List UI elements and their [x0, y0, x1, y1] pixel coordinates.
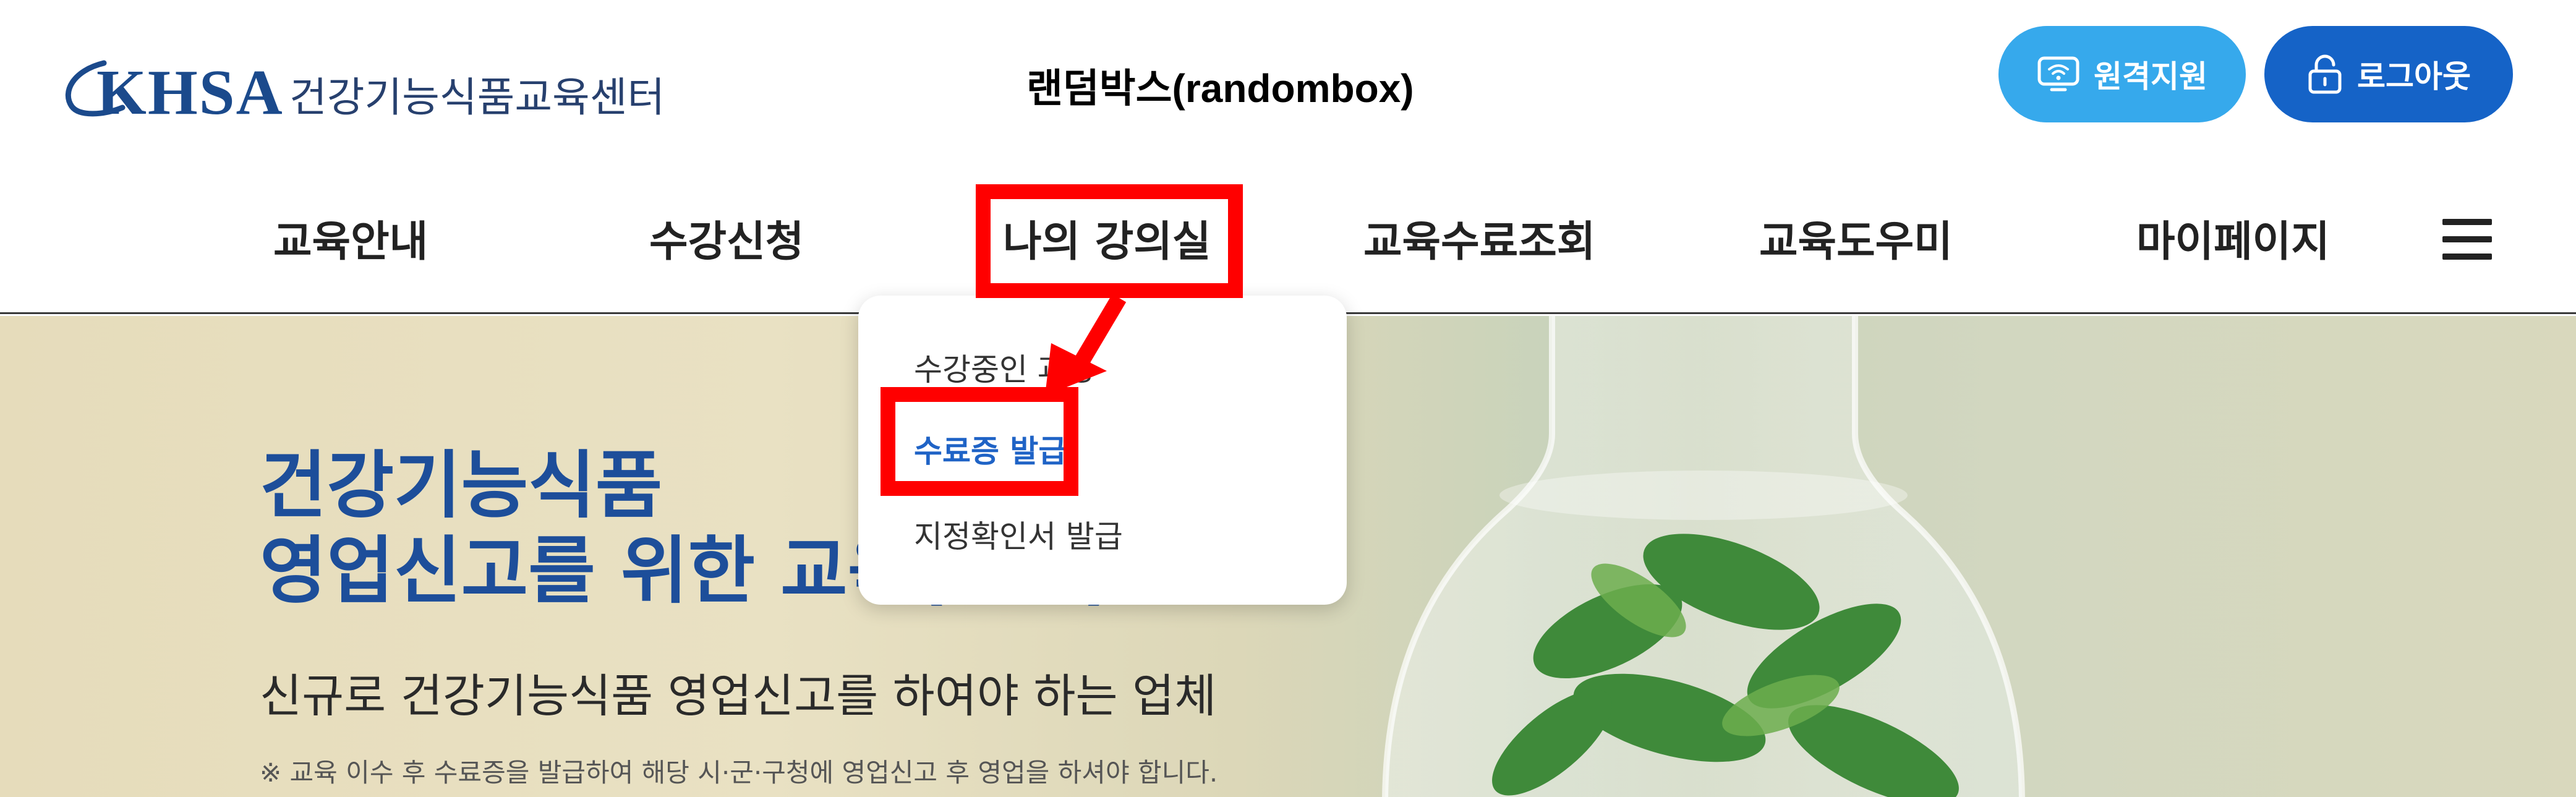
- remote-support-label: 원격지원: [2094, 59, 2207, 95]
- dropdown-item-designation-confirmation[interactable]: 지정확인서 발급: [914, 512, 1123, 556]
- lock-icon: [2308, 54, 2342, 94]
- nav-my-page[interactable]: 마이페이지: [2136, 207, 2330, 268]
- site-header: KHSA 건강기능식품교육센터 랜덤박스(randombox) 원격지원 로그아…: [0, 0, 2576, 314]
- hamburger-menu-icon[interactable]: [2442, 219, 2492, 260]
- logo-mark: KHSA: [61, 45, 283, 131]
- logout-button[interactable]: 로그아웃: [2264, 26, 2513, 122]
- nav-my-classroom[interactable]: 나의 강의실: [1003, 207, 1211, 268]
- logo-subtitle: 건강기능식품교육센터: [289, 74, 665, 121]
- hero-note: ※ 교육 이수 후 수료증을 발급하여 해당 시·군·구청에 영업신고 후 영업…: [260, 757, 1218, 788]
- nav-course-registration[interactable]: 수강신청: [649, 207, 804, 268]
- flask-plant-image: [1382, 316, 2025, 797]
- my-classroom-dropdown: 수강중인 과정 수료증 발급 지정확인서 발급: [858, 296, 1347, 605]
- dropdown-item-certificate-issue[interactable]: 수료증 발급: [914, 427, 1067, 471]
- nav-completion-lookup[interactable]: 교육수료조회: [1363, 207, 1595, 268]
- monitor-wifi-icon: [2037, 56, 2079, 92]
- site-logo[interactable]: KHSA 건강기능식품교육센터: [61, 45, 665, 131]
- remote-support-button[interactable]: 원격지원: [1998, 26, 2246, 122]
- nav-education-info[interactable]: 교육안내: [273, 207, 428, 268]
- nav-education-helper[interactable]: 교육도우미: [1759, 207, 1953, 268]
- dropdown-item-courses-in-progress[interactable]: 수강중인 과정: [914, 345, 1094, 390]
- logo-text: KHSA: [96, 57, 284, 128]
- logout-label: 로그아웃: [2357, 59, 2471, 95]
- center-title: 랜덤박스(randombox): [1026, 66, 1414, 111]
- page: KHSA 건강기능식품교육센터 랜덤박스(randombox) 원격지원 로그아…: [0, 0, 2576, 797]
- hero-subtitle: 신규로 건강기능식품 영업신고를 하여야 하는 업체: [260, 670, 1217, 723]
